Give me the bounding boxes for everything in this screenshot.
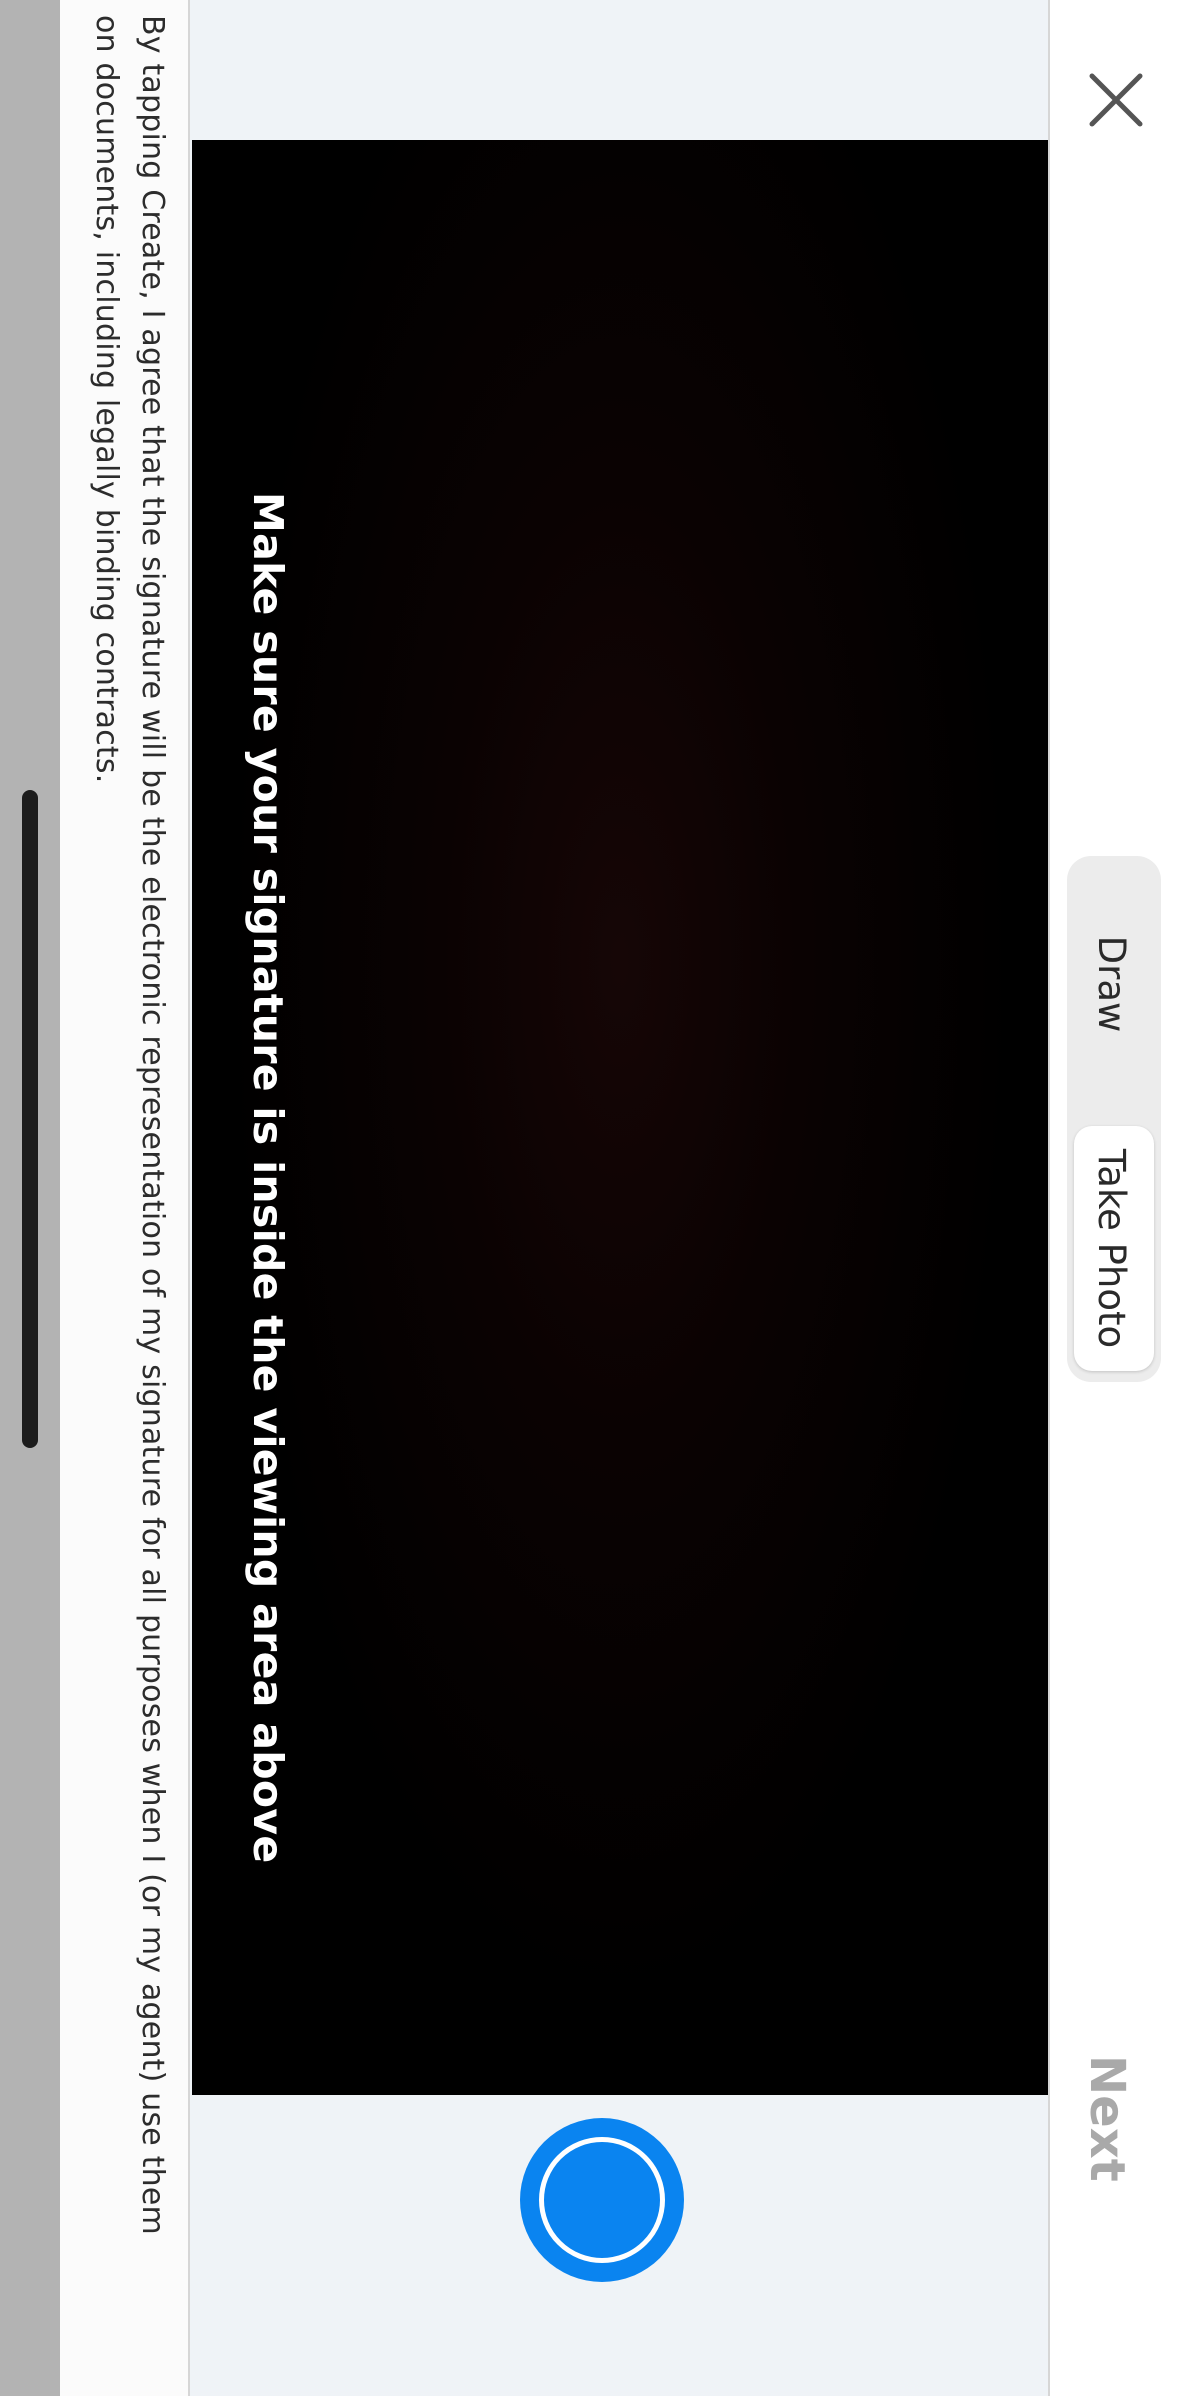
- tab-draw[interactable]: Draw: [1074, 864, 1154, 1104]
- next-button[interactable]: Next: [1079, 2055, 1135, 2182]
- tab-take-photo-label: Take Photo: [1090, 1148, 1133, 1349]
- screen-edge: [0, 0, 60, 2396]
- take-photo-signature-screen: By tapping Create, I agree that the sign…: [0, 0, 1179, 2396]
- camera-viewfinder: [192, 140, 1048, 2095]
- capture-mode-toggle: Draw Take Photo: [1067, 856, 1161, 1382]
- viewfinder-hint: Make sure your signature is inside the v…: [244, 492, 292, 1864]
- shutter-icon: [539, 2137, 665, 2263]
- home-indicator[interactable]: [22, 790, 38, 1448]
- close-button[interactable]: [1086, 70, 1146, 130]
- tab-take-photo[interactable]: Take Photo: [1074, 1126, 1154, 1371]
- close-icon: [1089, 73, 1143, 127]
- shutter-button[interactable]: [520, 2118, 684, 2282]
- tab-draw-label: Draw: [1090, 935, 1133, 1033]
- signature-disclaimer: By tapping Create, I agree that the sign…: [89, 15, 170, 2235]
